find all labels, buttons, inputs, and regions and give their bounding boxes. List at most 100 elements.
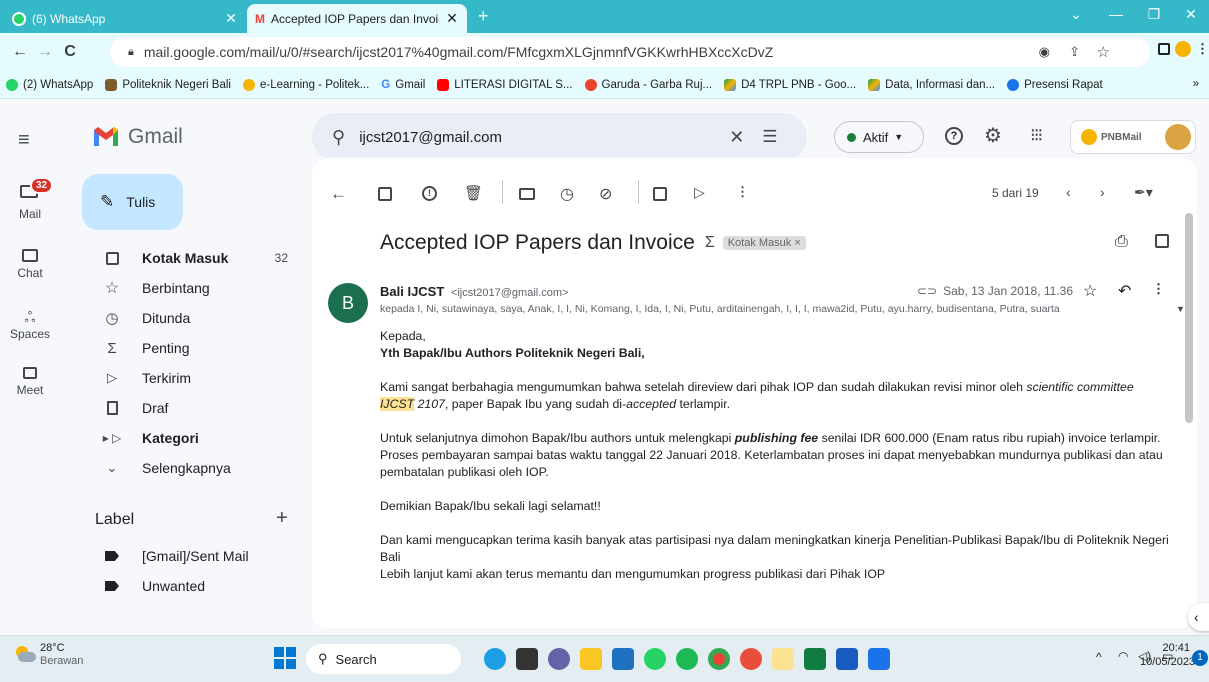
help-icon[interactable]: ? xyxy=(945,127,963,145)
wifi-icon[interactable]: ◠ xyxy=(1118,649,1128,663)
teams-icon[interactable] xyxy=(548,648,570,670)
more-options-icon[interactable]: ⋮ xyxy=(736,184,749,200)
show-side-panel-icon[interactable]: ‹ xyxy=(1188,603,1209,631)
bookmark-item[interactable]: D4 TRPL PNB - Goo... xyxy=(724,78,856,91)
main-menu-icon[interactable]: ≡ xyxy=(18,129,30,152)
nav-snoozed[interactable]: ◷ Ditunda xyxy=(82,303,300,333)
rail-chat[interactable]: Chat xyxy=(0,249,60,280)
notes-icon[interactable] xyxy=(772,648,794,670)
tab-gmail[interactable]: M Accepted IOP Papers dan Invoice ✕ xyxy=(247,4,467,33)
account-switcher[interactable]: PNBMail xyxy=(1070,120,1196,154)
bookmark-item[interactable]: Data, Informasi dan... xyxy=(868,78,995,91)
input-tools-icon[interactable]: ✒▾ xyxy=(1134,184,1153,201)
tray-chevron-icon[interactable]: ^ xyxy=(1096,650,1102,664)
nav-sent[interactable]: ▷ Terkirim xyxy=(82,363,300,393)
search-bar[interactable]: ⚲ ✕ ☰ xyxy=(312,113,807,161)
apps-grid-icon[interactable]: ⁝⁝⁝ xyxy=(1030,125,1043,146)
newer-chevron-icon[interactable]: ‹ xyxy=(1066,184,1071,200)
bookmark-item[interactable]: Presensi Rapat xyxy=(1007,78,1103,91)
sender-name[interactable]: Bali IJCST xyxy=(380,284,444,299)
report-spam-icon[interactable]: ! xyxy=(422,186,437,201)
excel-icon[interactable] xyxy=(804,648,826,670)
compose-button[interactable]: ✎ Tulis xyxy=(82,174,183,230)
bookmark-star-icon[interactable]: ☆ xyxy=(1097,43,1110,61)
profile-avatar[interactable] xyxy=(1175,41,1191,57)
more-bookmarks-button[interactable]: » xyxy=(1193,78,1199,90)
open-new-window-icon[interactable] xyxy=(1155,234,1169,248)
weather-widget[interactable]: 28°C Berawan xyxy=(40,642,83,668)
store-icon[interactable] xyxy=(612,648,634,670)
nav-important[interactable]: Σ Penting xyxy=(82,333,300,363)
nav-inbox[interactable]: Kotak Masuk 32 xyxy=(82,243,300,273)
move-to-icon[interactable] xyxy=(653,187,667,201)
label-chip[interactable]: Kotak Masuk × xyxy=(722,236,806,250)
older-chevron-icon[interactable]: › xyxy=(1100,184,1105,200)
nav-categories[interactable]: ▸ ▷ Kategori xyxy=(82,423,300,453)
back-icon[interactable]: ← xyxy=(10,43,30,61)
restore-button[interactable]: ❐ xyxy=(1143,6,1165,23)
delete-icon[interactable]: 🗑︎ xyxy=(464,184,483,202)
tab-whatsapp[interactable]: (6) WhatsApp ✕ xyxy=(4,4,246,33)
filter-options-icon[interactable]: ☰ xyxy=(762,127,777,147)
edge-icon[interactable] xyxy=(868,648,890,670)
rail-meet[interactable]: Meet xyxy=(0,367,60,397)
file-explorer-icon[interactable] xyxy=(580,648,602,670)
rail-mail[interactable]: 32 Mail xyxy=(0,177,60,221)
forward-icon[interactable]: → xyxy=(35,43,55,61)
status-dropdown[interactable]: Aktif ▼ xyxy=(834,121,924,153)
search-input[interactable] xyxy=(359,128,690,146)
label-item[interactable]: [Gmail]/Sent Mail xyxy=(82,541,300,571)
bookmark-item[interactable]: Garuda - Garba Ruj... xyxy=(584,78,712,91)
settings-gear-icon[interactable]: ⚙ xyxy=(984,123,1002,148)
word-icon[interactable] xyxy=(836,648,858,670)
recipients-line[interactable]: kepada I, Ni, sutawinaya, saya, Anak, I,… xyxy=(380,303,1185,315)
back-to-list-icon[interactable]: ← xyxy=(330,184,347,204)
bing-icon[interactable] xyxy=(484,648,506,670)
message-more-icon[interactable]: ⋮ xyxy=(1152,281,1165,297)
add-task-icon[interactable]: ⊘ xyxy=(599,184,612,204)
sidepanel-icon[interactable] xyxy=(1158,43,1170,55)
bookmark-item[interactable]: G Gmail xyxy=(381,79,425,91)
share-icon[interactable]: ⇪ xyxy=(1069,44,1080,60)
chrome-icon[interactable] xyxy=(708,648,730,670)
chrome-profile-icon[interactable] xyxy=(740,648,762,670)
close-tab-icon[interactable]: ✕ xyxy=(224,10,238,27)
clear-search-icon[interactable]: ✕ xyxy=(729,127,744,148)
notification-badge[interactable]: 1 xyxy=(1192,650,1208,666)
clock[interactable]: 20:41 10/05/2023 xyxy=(1140,641,1195,669)
address-bar[interactable]: 🔒︎ mail.google.com/mail/u/0/#search/ijcs… xyxy=(110,37,1150,67)
taskview-icon[interactable] xyxy=(516,648,538,670)
new-tab-button[interactable]: + xyxy=(478,6,489,27)
start-windows-icon[interactable] xyxy=(274,647,296,669)
reload-icon[interactable]: C xyxy=(60,43,80,61)
taskbar-search[interactable]: ⚲ Search xyxy=(306,644,461,674)
star-icon[interactable]: ☆ xyxy=(1083,281,1097,301)
search-icon[interactable]: ⚲ xyxy=(332,127,345,148)
gmail-logo[interactable]: Gmail xyxy=(92,125,183,149)
minimize-button[interactable]: — xyxy=(1105,6,1127,22)
menu-kebab-icon[interactable]: ⋮ xyxy=(1196,41,1209,57)
bookmark-item[interactable]: LITERASI DIGITAL S... xyxy=(437,78,573,91)
print-icon[interactable]: ⎙ xyxy=(1115,233,1128,251)
labels-icon[interactable]: ▷ xyxy=(694,184,705,201)
nav-more[interactable]: ⌄ Selengkapnya xyxy=(82,453,300,483)
remove-label-icon[interactable]: × xyxy=(794,237,800,249)
snooze-icon[interactable]: ◷ xyxy=(560,184,574,204)
bookmark-item[interactable]: (2) WhatsApp xyxy=(6,78,93,91)
close-window-button[interactable]: ✕ xyxy=(1180,6,1202,23)
bookmark-item[interactable]: Politeknik Negeri Bali xyxy=(105,78,231,91)
tab-search-icon[interactable]: ⌄ xyxy=(1065,6,1087,23)
bookmark-item[interactable]: e-Learning - Politek... xyxy=(242,78,369,91)
scrollbar-thumb[interactable] xyxy=(1185,213,1193,423)
mark-unread-icon[interactable] xyxy=(519,188,535,200)
close-tab-icon[interactable]: ✕ xyxy=(445,10,459,27)
label-item[interactable]: Unwanted xyxy=(82,571,300,601)
reply-icon[interactable]: ↶ xyxy=(1118,281,1131,301)
sender-avatar[interactable]: B xyxy=(328,283,368,323)
whatsapp-icon[interactable] xyxy=(644,648,666,670)
rail-spaces[interactable]: ஃ Spaces xyxy=(0,309,60,341)
important-marker-icon[interactable]: Σ xyxy=(705,234,715,252)
archive-icon[interactable] xyxy=(378,187,392,201)
create-label-icon[interactable]: + xyxy=(276,507,288,530)
nav-starred[interactable]: ☆ Berbintang xyxy=(82,273,300,303)
